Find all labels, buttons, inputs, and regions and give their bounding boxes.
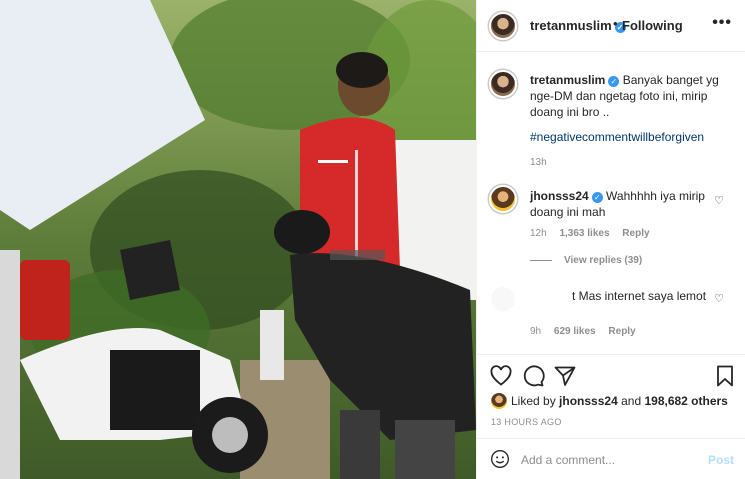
comment-meta: 12h 1,363 likes Reply [530, 228, 660, 239]
comment-icon[interactable] [521, 364, 545, 388]
comment-text-block: jhonsss24 ✓ Wahhhhh iya mirip doang ini m… [530, 188, 710, 220]
liked-by-others-link[interactable]: 198,682 others [644, 394, 727, 408]
following-button[interactable]: Following [622, 18, 683, 33]
add-comment-bar: Post [477, 438, 745, 479]
comment-likes-count[interactable]: 629 likes [554, 326, 596, 337]
verified-badge-icon: ✓ [591, 192, 603, 203]
caption-text-block: tretanmuslim ✓ Banyak banget yg nge-DM da… [530, 72, 735, 120]
author-username[interactable]: tretanmuslim [530, 18, 612, 33]
post-comment-button[interactable]: Post [708, 453, 734, 467]
photo-image [0, 0, 476, 479]
comment-time: 9h [530, 326, 542, 337]
more-icon[interactable]: ••• [712, 14, 732, 32]
verified-badge-icon: ✓ [608, 76, 620, 87]
liked-by-prefix: Liked by [511, 394, 556, 408]
header-separator: • [613, 16, 618, 31]
commenter-username[interactable]: jhonsss24 [530, 189, 589, 203]
share-icon[interactable] [553, 364, 577, 388]
post-header: tretanmuslim ✓ • Following ••• [477, 0, 745, 52]
author-username-link[interactable]: tretanmuslim ✓ [530, 18, 626, 33]
view-replies-button[interactable]: View replies (39) [530, 255, 642, 266]
comment-reply-button[interactable]: Reply [622, 228, 649, 239]
post-actions-section: Liked by jhonsss24 and 198,682 others 13… [477, 354, 745, 479]
caption-hashtag-link[interactable]: #negativecommentwillbeforgiven [530, 130, 704, 144]
caption-author-avatar[interactable] [489, 70, 517, 98]
caption-time: 13h [530, 157, 547, 168]
bookmark-icon[interactable] [713, 364, 737, 388]
likes-summary: Liked by jhonsss24 and 198,682 others [491, 393, 728, 409]
heart-icon[interactable] [489, 364, 513, 388]
comment-reply-button[interactable]: Reply [608, 326, 635, 337]
caption-username[interactable]: tretanmuslim [530, 73, 605, 87]
post-photo[interactable] [0, 0, 476, 479]
add-comment-input[interactable] [521, 451, 691, 469]
comment-time: 12h [530, 228, 547, 239]
comment-meta: 9h 629 likes Reply [530, 326, 646, 337]
comment-likes-count[interactable]: 1,363 likes [559, 228, 609, 239]
comment-like-heart-icon[interactable]: ♡ [714, 194, 724, 207]
liked-by-user-link[interactable]: jhonsss24 [559, 394, 618, 408]
commenter-avatar[interactable] [489, 185, 517, 213]
comment-text: t Mas internet saya lemot [572, 289, 707, 303]
liked-by-and: and [621, 394, 642, 408]
liker-avatar [491, 393, 507, 409]
comment-like-heart-icon[interactable]: ♡ [714, 292, 724, 305]
post-side-panel: tretanmuslim ✓ • Following ••• tretanmusl… [476, 0, 745, 479]
commenter-avatar[interactable] [489, 285, 517, 313]
author-avatar[interactable] [489, 12, 517, 40]
emoji-icon[interactable] [490, 449, 510, 469]
comment-text-block: t Mas internet saya lemot [530, 288, 710, 304]
post-timestamp: 13 HOURS AGO [491, 417, 562, 427]
